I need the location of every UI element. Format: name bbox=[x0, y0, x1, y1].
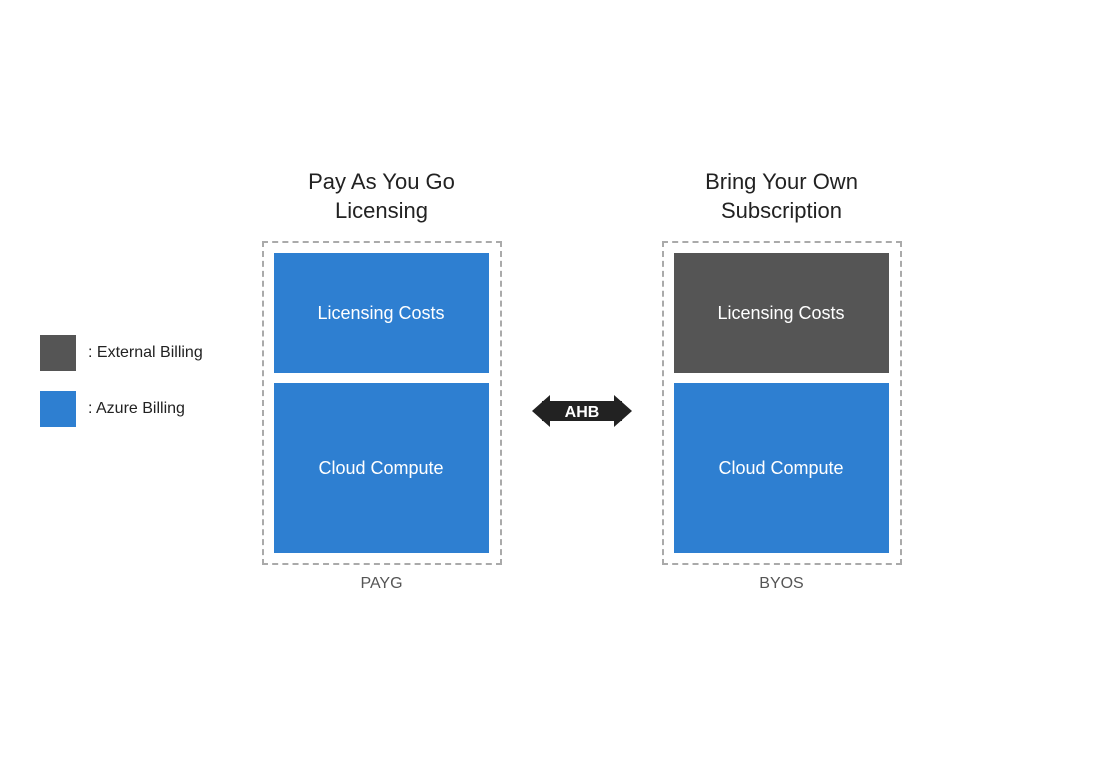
payg-licensing-block: Licensing Costs bbox=[274, 253, 489, 373]
byos-compute-block: Cloud Compute bbox=[674, 383, 889, 553]
byos-licensing-block: Licensing Costs bbox=[674, 253, 889, 373]
column-label-byos: BYOS bbox=[759, 575, 803, 593]
column-title-payg: Pay As You GoLicensing bbox=[308, 168, 455, 225]
legend-label-external: : External Billing bbox=[88, 344, 203, 362]
column-label-payg: PAYG bbox=[360, 575, 402, 593]
dashed-box-byos: Licensing Costs Cloud Compute bbox=[662, 241, 902, 565]
column-title-byos: Bring Your OwnSubscription bbox=[705, 168, 858, 225]
legend: : External Billing : Azure Billing bbox=[40, 335, 203, 427]
dashed-box-payg: Licensing Costs Cloud Compute bbox=[262, 241, 502, 565]
column-byos: Bring Your OwnSubscription Licensing Cos… bbox=[662, 168, 902, 593]
legend-swatch-azure bbox=[40, 391, 76, 427]
legend-item-external: : External Billing bbox=[40, 335, 203, 371]
payg-compute-block: Cloud Compute bbox=[274, 383, 489, 553]
ahb-arrow-container: AHB bbox=[532, 381, 632, 441]
svg-text:AHB: AHB bbox=[564, 404, 599, 421]
legend-swatch-external bbox=[40, 335, 76, 371]
diagram: Pay As You GoLicensing Licensing Costs C… bbox=[262, 168, 902, 593]
legend-item-azure: : Azure Billing bbox=[40, 391, 203, 427]
legend-label-azure: : Azure Billing bbox=[88, 400, 185, 418]
ahb-arrow-svg: AHB bbox=[532, 381, 632, 441]
main-container: : External Billing : Azure Billing Pay A… bbox=[0, 0, 1103, 761]
column-payg: Pay As You GoLicensing Licensing Costs C… bbox=[262, 168, 502, 593]
